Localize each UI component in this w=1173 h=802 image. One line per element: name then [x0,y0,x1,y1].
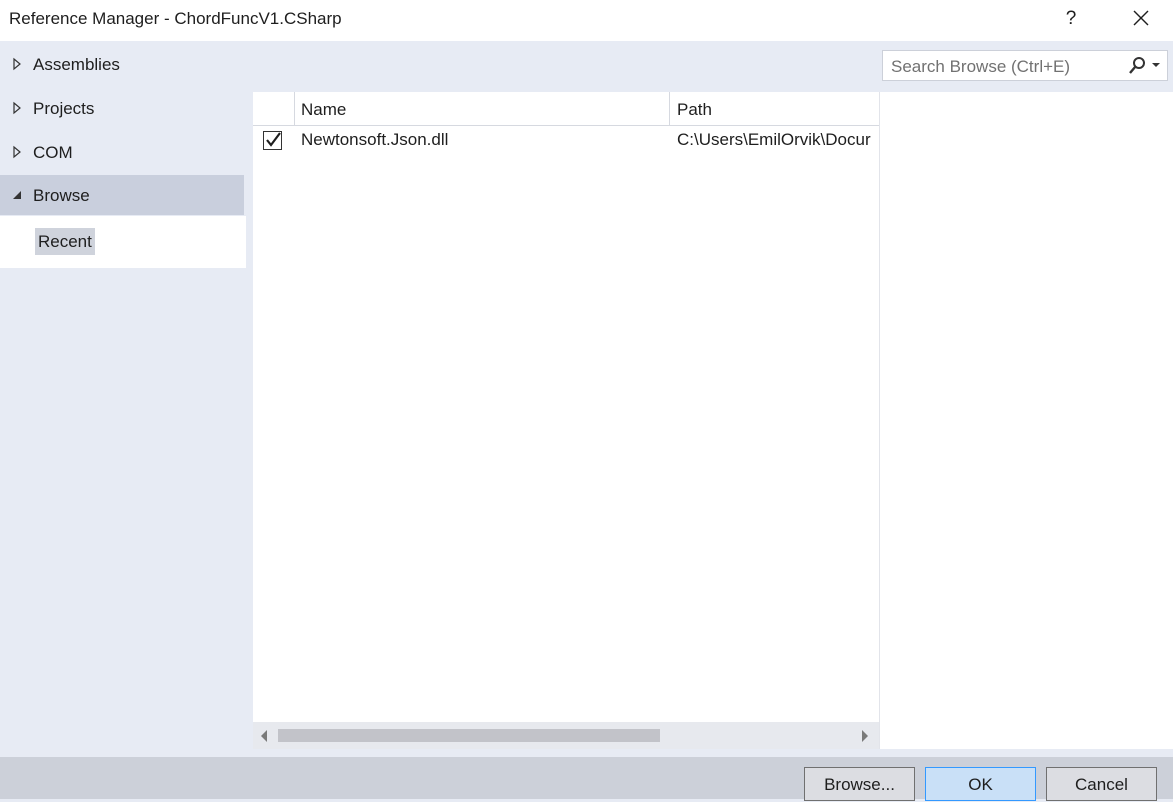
reference-list: Name Path Newtonsoft.Json.dll C:\Users\E… [253,92,880,749]
search-icon[interactable] [1127,56,1147,76]
checkmark-icon [266,132,281,147]
row-name: Newtonsoft.Json.dll [301,130,449,149]
cancel-button[interactable]: Cancel [1046,767,1157,801]
dropdown-arrow-icon[interactable] [1151,61,1161,69]
nav-item-label: Browse [33,186,90,205]
collapse-arrow-icon [13,191,21,199]
column-header-name[interactable]: Name [294,92,670,125]
nav-item-com[interactable]: COM [0,132,244,172]
nav-item-browse[interactable]: Browse [0,175,244,215]
scrollbar-thumb[interactable] [278,729,660,742]
nav-item-label: COM [33,143,73,162]
browse-button[interactable]: Browse... [804,767,915,801]
column-header-label: Name [301,100,347,119]
nav-item-projects[interactable]: Projects [0,88,244,128]
search-input[interactable] [889,53,1123,80]
scroll-left-icon[interactable] [259,729,269,743]
search-box[interactable] [882,50,1168,81]
expand-arrow-icon [13,57,21,71]
column-header-path[interactable]: Path [670,92,879,125]
horizontal-scrollbar[interactable] [253,722,879,749]
nav-item-label: Projects [33,99,95,118]
expand-arrow-icon [13,101,21,115]
column-header-label: Path [677,100,712,119]
nav-item-label: Assemblies [33,55,120,74]
dialog-footer: Browse... OK Cancel [0,757,1173,801]
window-title: Reference Manager - ChordFuncV1.CSharp [9,9,342,28]
close-icon [1133,10,1149,26]
table-row[interactable]: Newtonsoft.Json.dll C:\Users\EmilOrvik\D… [253,126,879,156]
row-path: C:\Users\EmilOrvik\Docur [677,130,871,149]
nav-item-assemblies[interactable]: Assemblies [0,44,244,84]
ok-button[interactable]: OK [925,767,1036,801]
list-header: Name Path [253,92,879,126]
detail-panel [880,92,1173,749]
row-checkbox[interactable] [263,131,282,150]
nav-subitem-recent[interactable]: Recent [35,228,95,255]
expand-arrow-icon [13,145,21,159]
scroll-right-icon[interactable] [860,729,870,743]
help-button[interactable]: ? [1058,6,1084,32]
browse-subitems: Recent [0,216,246,268]
close-button[interactable] [1126,5,1156,33]
column-header-check [253,92,295,125]
title-bar: Reference Manager - ChordFuncV1.CSharp ? [0,0,1173,41]
